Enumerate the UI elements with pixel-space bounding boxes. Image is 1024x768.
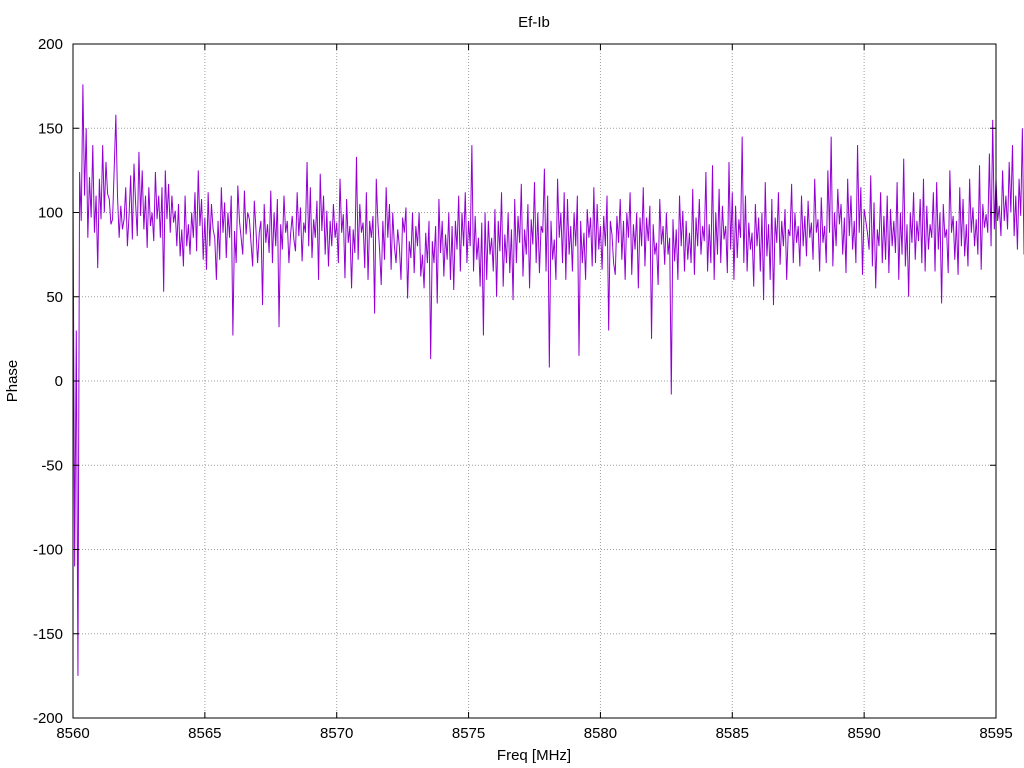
x-tick-labels: 8560 8565 8570 8575 8580 8585 8590 8595 [56, 725, 1012, 742]
x-tick-label: 8565 [188, 725, 221, 742]
y-tick-label: -100 [33, 542, 63, 559]
y-tick-label: -150 [33, 626, 63, 643]
x-axis-title: Freq [MHz] [497, 747, 571, 764]
y-tick-label: -200 [33, 710, 63, 727]
phase-series-line [72, 84, 1024, 676]
y-axis-title: Phase [4, 360, 21, 403]
phase-chart: 8560 8565 8570 8575 8580 8585 8590 8595 -200 -15… [4, 14, 1024, 764]
y-tick-labels: -200 -150 -100 -50 0 50 100 150 200 [33, 36, 63, 727]
plot-area [72, 84, 1024, 676]
x-tick-label: 8585 [716, 725, 749, 742]
y-tick-label: 100 [38, 205, 63, 222]
x-tick-label: 8580 [584, 725, 617, 742]
y-tick-label: 200 [38, 36, 63, 53]
y-tick-label: 150 [38, 120, 63, 137]
y-tick-label: -50 [41, 457, 63, 474]
y-tick-label: 0 [55, 373, 63, 390]
x-tick-label: 8595 [979, 725, 1012, 742]
x-tick-label: 8560 [56, 725, 89, 742]
x-tick-label: 8570 [320, 725, 353, 742]
chart-title: Ef-Ib [518, 14, 550, 31]
y-tick-label: 50 [46, 289, 63, 306]
x-tick-label: 8575 [452, 725, 485, 742]
x-tick-label: 8590 [847, 725, 880, 742]
